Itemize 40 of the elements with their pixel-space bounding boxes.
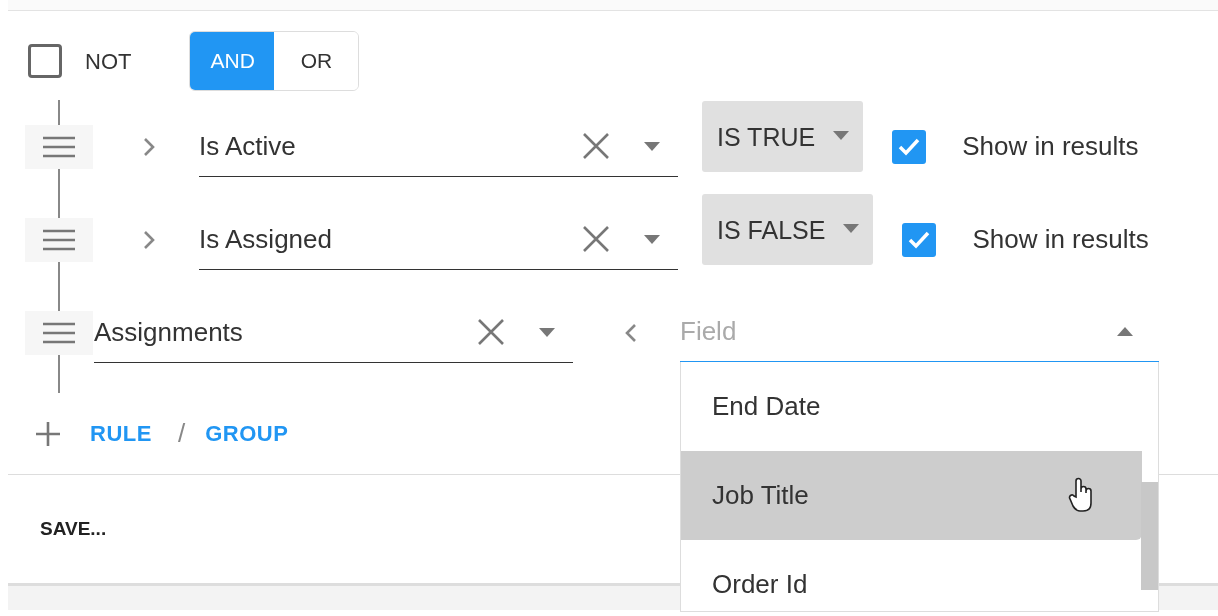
drag-handle[interactable]: [25, 217, 93, 262]
show-in-results-label: Show in results: [972, 223, 1149, 256]
field-input[interactable]: Is Active: [199, 126, 582, 166]
drag-handle-icon[interactable]: [42, 228, 76, 251]
separator-text: /: [177, 417, 186, 450]
field-input[interactable]: Is Assigned: [199, 219, 582, 259]
scrollbar-thumb[interactable]: [1141, 481, 1158, 590]
clear-icon[interactable]: [582, 132, 610, 160]
drag-handle[interactable]: [25, 310, 93, 355]
operator-select[interactable]: IS FALSE: [702, 194, 874, 265]
caret-icon[interactable]: [644, 234, 660, 244]
drag-handle[interactable]: [25, 124, 93, 169]
caret-icon[interactable]: [843, 224, 860, 233]
field-input[interactable]: Field: [680, 312, 1117, 351]
save-button[interactable]: SAVE...: [40, 514, 107, 544]
hand-cursor-icon: [1068, 477, 1094, 513]
drag-handle-icon[interactable]: [42, 135, 76, 158]
caret-icon[interactable]: [539, 327, 555, 337]
not-label: NOT: [85, 47, 132, 76]
clear-icon[interactable]: [477, 318, 505, 346]
show-in-results-checkbox[interactable]: [892, 129, 927, 164]
field-input[interactable]: Assignments: [94, 312, 477, 352]
caret-icon[interactable]: [1117, 327, 1133, 336]
check-icon: [898, 137, 921, 156]
clear-icon[interactable]: [582, 225, 610, 253]
chevron-right-icon[interactable]: [143, 136, 155, 157]
plus-icon[interactable]: [35, 420, 61, 447]
not-checkbox[interactable]: [28, 44, 62, 78]
dropdown-option[interactable]: Job Title: [681, 450, 1142, 540]
chevron-left-icon[interactable]: [625, 322, 637, 343]
operator-select[interactable]: IS TRUE: [702, 101, 864, 172]
drag-handle-icon[interactable]: [42, 321, 76, 344]
caret-icon[interactable]: [644, 141, 660, 151]
chevron-right-icon[interactable]: [143, 229, 155, 250]
show-in-results-checkbox[interactable]: [902, 222, 937, 257]
dropdown-option[interactable]: Order Id: [681, 539, 1142, 611]
caret-icon[interactable]: [833, 131, 850, 140]
check-icon: [908, 230, 931, 249]
show-in-results-label: Show in results: [962, 130, 1139, 163]
dropdown-option[interactable]: End Date: [681, 361, 1142, 451]
